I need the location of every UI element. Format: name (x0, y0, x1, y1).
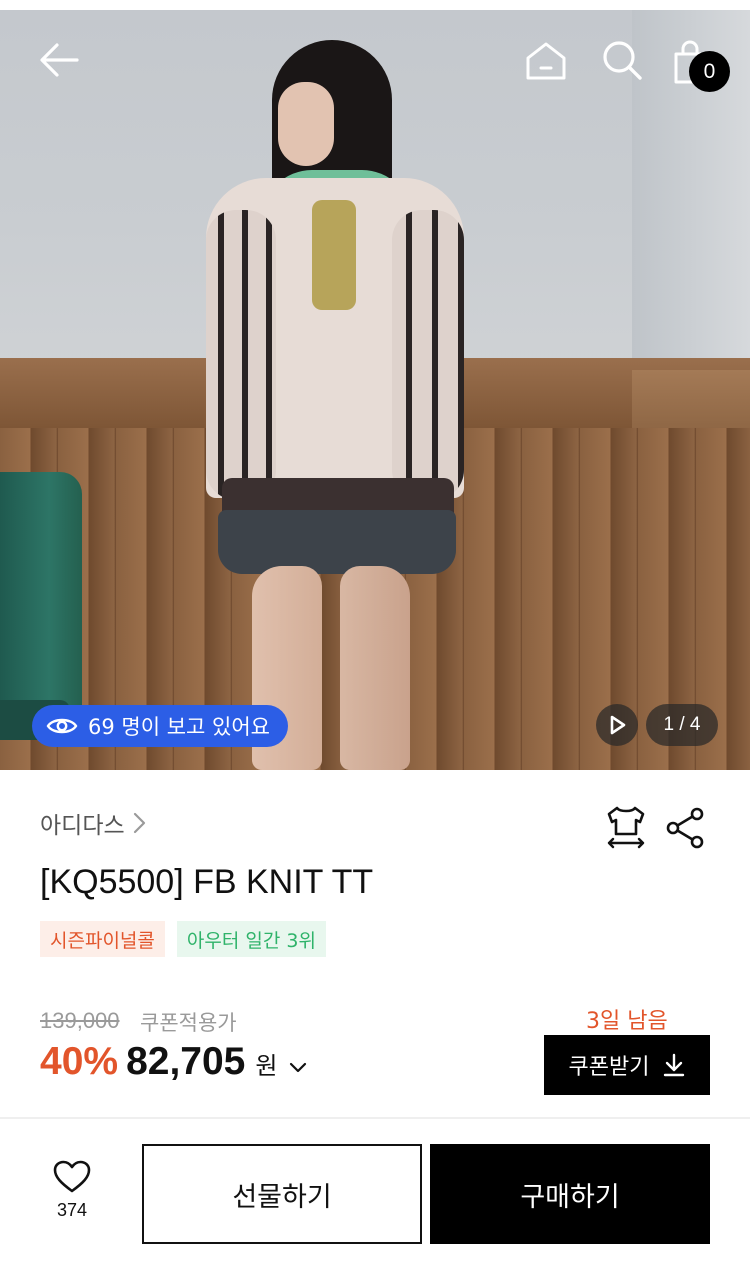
ranking-tag[interactable]: 아우터 일간 3위 (176, 921, 326, 957)
brand-link[interactable]: 아디다스 (40, 806, 147, 840)
gift-button[interactable]: 선물하기 (142, 1144, 422, 1244)
search-button[interactable] (596, 34, 648, 86)
photo-model-face (278, 82, 334, 166)
get-coupon-label: 쿠폰받기 (568, 1055, 650, 1080)
photo-model-sleeve-left (206, 210, 276, 500)
chevron-right-icon (133, 812, 145, 834)
download-icon (664, 1053, 685, 1077)
share-button[interactable] (664, 806, 708, 850)
brand-name: 아디다스 (40, 813, 125, 839)
play-icon (610, 715, 626, 735)
product-image[interactable] (0, 10, 750, 770)
back-arrow-icon (40, 43, 79, 77)
play-video-button[interactable] (596, 704, 638, 746)
photo-model-sleeve-right (392, 210, 464, 500)
price-row[interactable]: 40% 82,705 원 (40, 1040, 311, 1084)
shirt-size-icon (607, 806, 645, 849)
product-title: [KQ5500] FB KNIT TT (40, 863, 374, 901)
eye-icon (46, 718, 78, 734)
buy-button[interactable]: 구매하기 (430, 1144, 710, 1244)
live-viewers-badge: 69 명이 보고 있어요 (32, 705, 288, 747)
chevron-down-icon (290, 1062, 307, 1073)
heart-icon (53, 1160, 91, 1193)
season-tag: 시즌파이널콜 (40, 921, 165, 957)
section-divider (0, 1117, 750, 1119)
live-viewers-text: 69 명이 보고 있어요 (88, 715, 270, 739)
search-icon (603, 41, 642, 80)
share-icon (666, 807, 704, 849)
currency-label: 원 (255, 1052, 278, 1080)
photo-chair (0, 472, 82, 732)
coupon-days-left: 3일 남음 (586, 1009, 668, 1034)
get-coupon-button[interactable]: 쿠폰받기 (544, 1035, 710, 1095)
cart-count-badge: 0 (689, 51, 730, 92)
like-button[interactable]: 374 (36, 1160, 108, 1234)
coupon-price-label: 쿠폰적용가 (140, 1011, 237, 1035)
like-count: 374 (56, 1200, 88, 1220)
photo-model-skirt (218, 510, 456, 574)
size-guide-button[interactable] (603, 804, 649, 850)
back-button[interactable] (30, 34, 88, 86)
discount-rate: 40% (40, 1040, 119, 1083)
photo-model-shirt (312, 200, 356, 310)
sale-price: 82,705 (126, 1040, 246, 1083)
top-strip (0, 0, 750, 10)
home-button[interactable] (518, 36, 574, 86)
product-tags: 시즌파이널콜 아우터 일간 3위 (40, 921, 326, 957)
home-icon (526, 42, 566, 80)
price-detail-toggle[interactable] (285, 1057, 311, 1079)
photo-model-leg-right (340, 566, 410, 770)
image-page-indicator: 1 / 4 (646, 704, 718, 746)
original-price: 139,000 (40, 1008, 120, 1033)
